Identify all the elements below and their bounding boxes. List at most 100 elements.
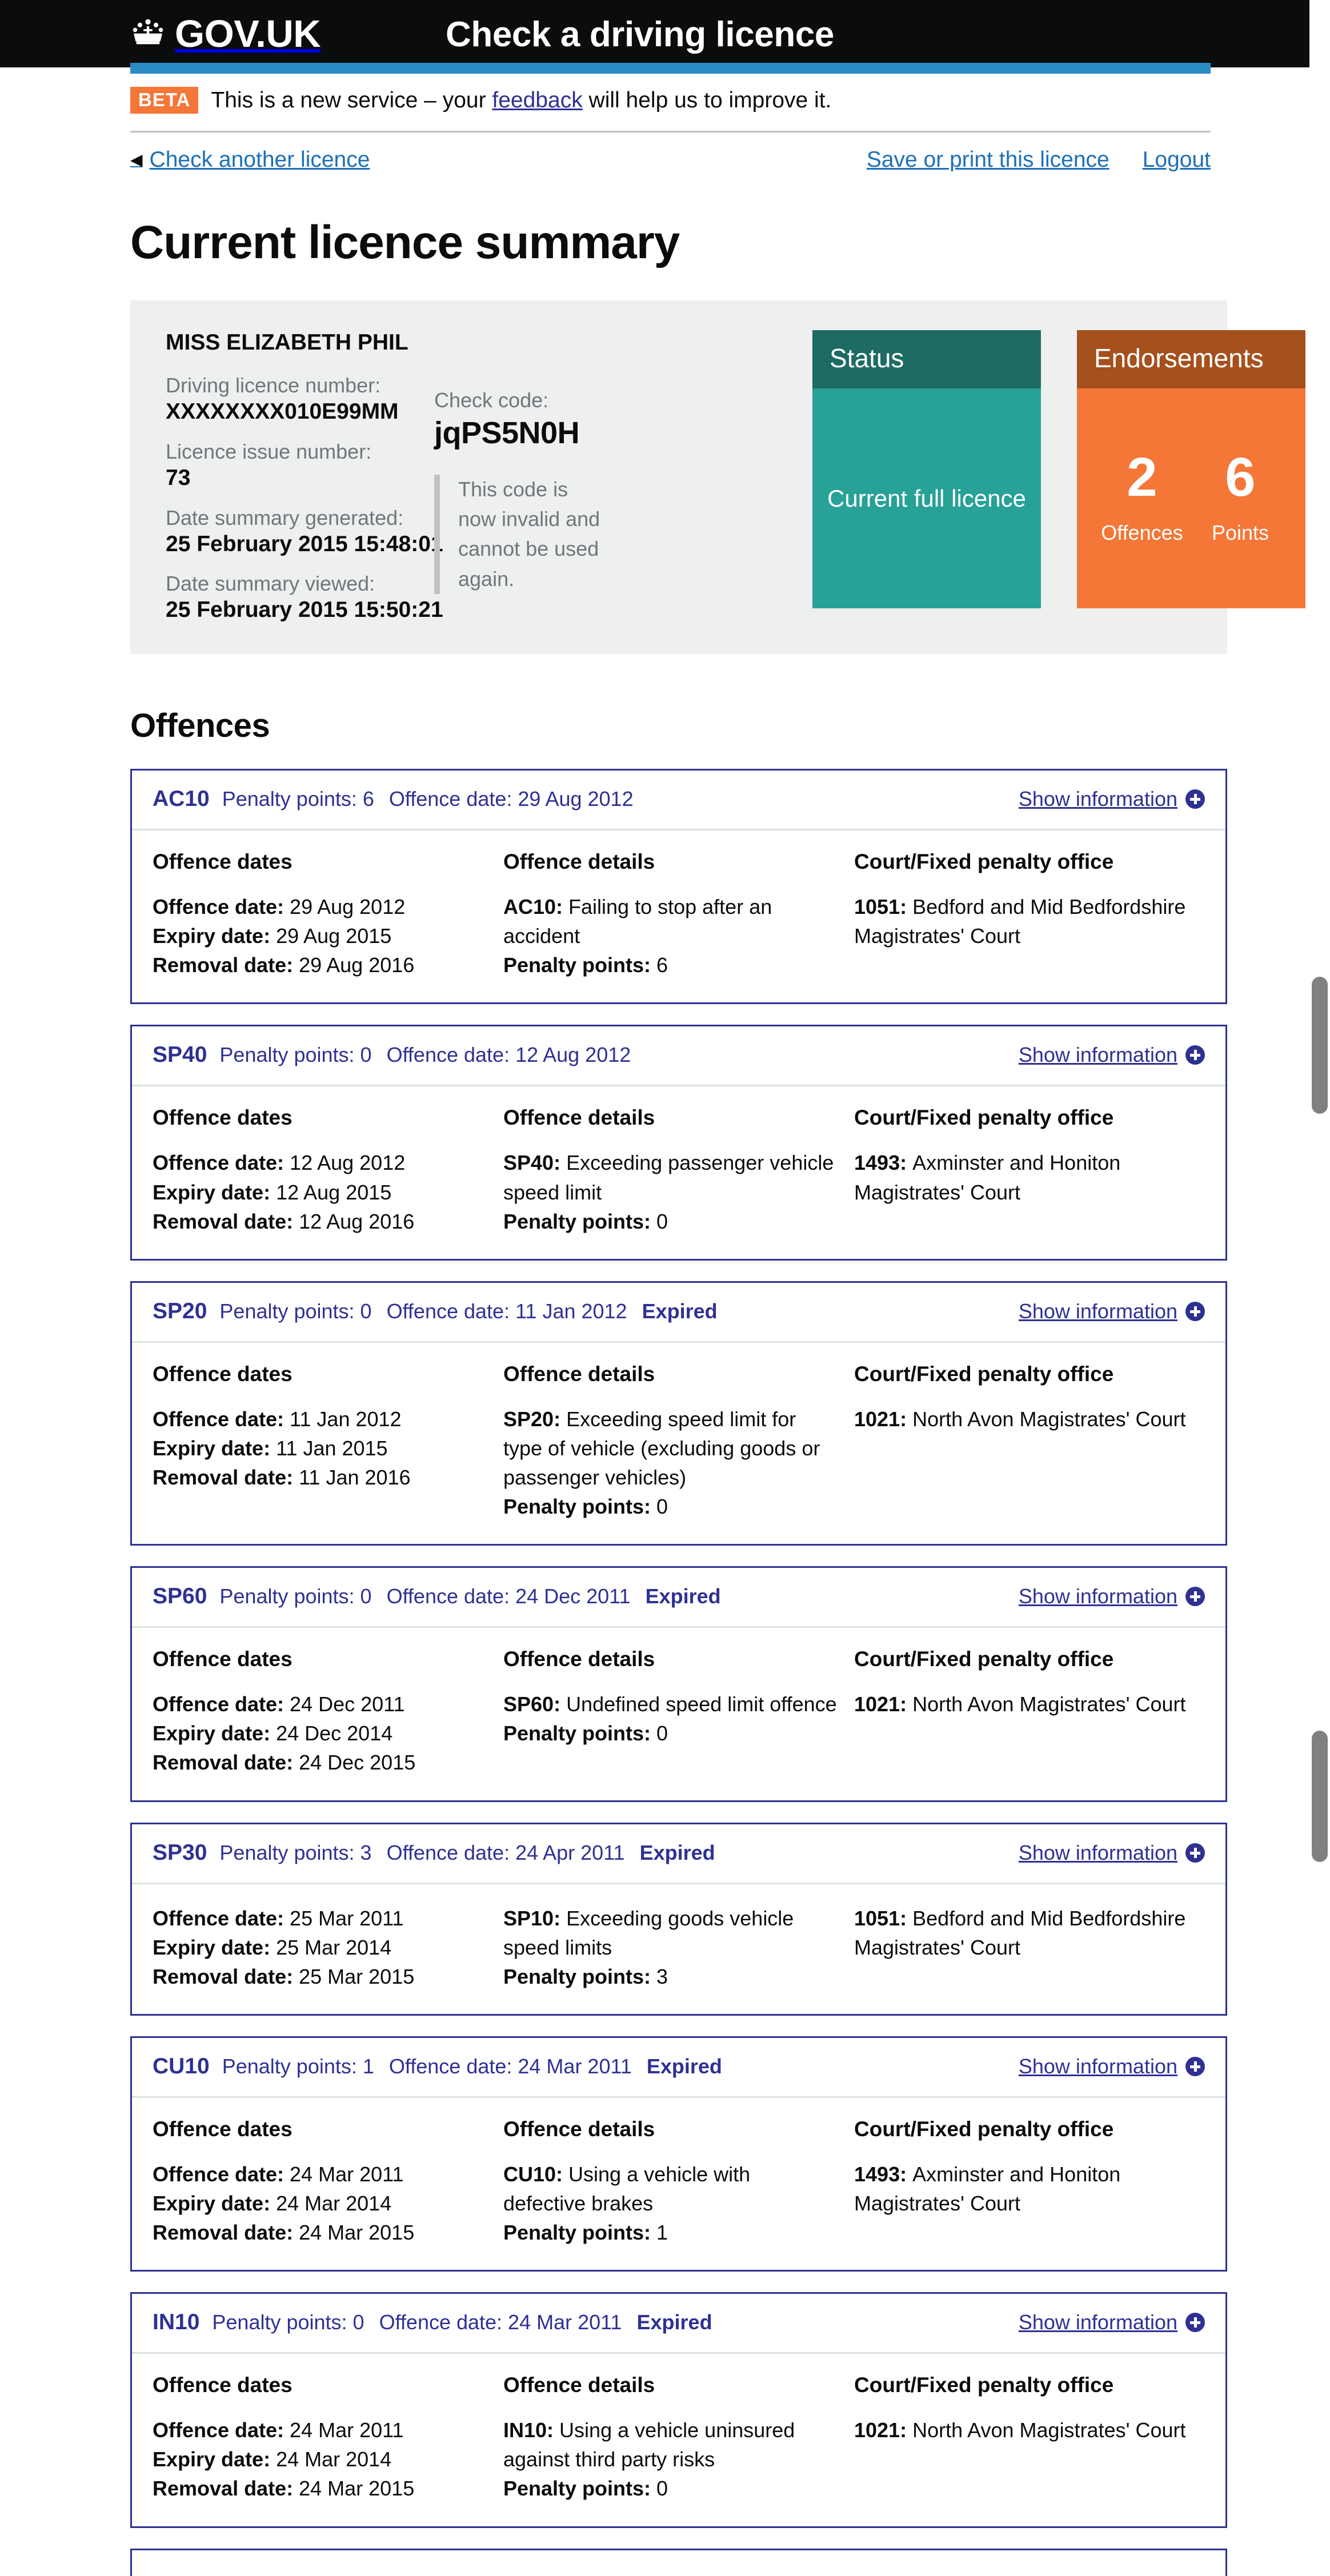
offence-summary-row[interactable]: SP20 Penalty points: 0 Offence date: 11 Ja… [132,1283,1225,1343]
show-information-toggle[interactable]: Show information [1019,1841,1205,1865]
offence-summary-points: Penalty points: 0 [219,1299,372,1323]
expired-badge: Expired [636,2310,712,2334]
offence-summary-row[interactable]: SP60 Penalty points: 0 Offence date: 24 De… [132,1568,1225,1628]
plus-circle-icon [1185,1045,1205,1065]
offence-card: CU10 Penalty points: 1 Offence date: 24 Ma… [130,2036,1227,2272]
penalty-points-line-label: Penalty points: [503,1722,657,1746]
offence-code-badge: SP30 [153,1840,207,1865]
scrollbar-thumb-lower[interactable] [1312,1731,1328,1862]
court-name-line-label: 1493: [854,1151,913,1175]
offence-card: SP60 Penalty points: 0 Offence date: 24 De… [130,1566,1227,1802]
offence-description-line-label: SP20: [503,1407,567,1431]
scrollbar-thumb-upper[interactable] [1312,977,1328,1114]
offence-date-line-label: Offence date: [153,2418,290,2442]
offence-summary-row[interactable]: CU10 Penalty points: 1 Offence date: 24 Ma… [132,2038,1225,2098]
show-information-toggle[interactable]: Show information [1019,2055,1205,2079]
court-name-line: 1021: North Avon Magistrates' Court [854,1407,1186,1431]
offence-detail: Offence dates Offence date: 24 Dec 2011 Ex… [132,1628,1225,1800]
show-information-label: Show information [1018,1043,1177,1067]
penalty-points-line-label: Penalty points: [503,2477,657,2501]
removal-date-line: Removal date: 12 Aug 2016 [153,1209,415,1233]
expired-badge: Expired [639,1840,715,1864]
offence-detail: Offence dates Offence date: 24 Mar 2011 Ex… [132,2354,1225,2526]
save-or-print-link[interactable]: Save or print this licence [867,147,1109,172]
court-column-heading: Court/Fixed penalty office [854,1362,1114,1386]
offence-summary-points: Penalty points: 0 [219,1043,372,1067]
expiry-date-line: Expiry date: 24 Mar 2014 [153,2191,392,2215]
status-tile-heading: Status [812,330,1041,389]
feedback-link[interactable]: feedback [492,88,582,113]
status-tile-value: Current full licence [812,388,1041,609]
penalty-points-line-label: Penalty points: [503,2221,657,2245]
show-information-toggle[interactable]: Show information [1019,787,1205,811]
offence-date-line: Offence date: 24 Dec 2011 [153,1692,405,1716]
offence-description-line-label: SP60: [503,1692,567,1716]
show-information-toggle[interactable]: Show information [1019,1043,1205,1067]
check-another-licence-label: Check another licence [149,147,370,172]
court-name-line: 1021: North Avon Magistrates' Court [854,2418,1186,2442]
removal-date-line-label: Removal date: [153,1209,299,1233]
show-information-label: Show information [1018,1584,1177,1608]
offence-details-column-heading: Offence details [503,2373,655,2397]
offence-details-column: Offence details SP20: Exceeding speed lim… [503,1362,854,1521]
expiry-date-line: Expiry date: 12 Aug 2015 [153,1180,392,1204]
removal-date-line-label: Removal date: [153,2477,299,2501]
govuk-home-link[interactable]: GOV.UK [130,15,321,53]
court-column: Court/Fixed penalty office 1051: Bedford … [854,850,1205,980]
show-information-toggle[interactable]: Show information [1019,1584,1205,1608]
court-column: Court/Fixed penalty office 1021: North Av… [854,1362,1205,1521]
expiry-date-line-label: Expiry date: [153,1935,277,1959]
licence-summary-panel: MISS ELIZABETH PHIL Driving licence numb… [130,300,1305,655]
offence-summary-points: Penalty points: 3 [219,1840,372,1864]
offence-summary-date: Offence date: 24 Dec 2011 [386,1584,631,1608]
offence-card: SP20 Penalty points: 0 Offence date: 11 Ja… [130,1281,1227,1546]
offence-details-column-heading: Offence details [503,1647,655,1671]
offence-details-column: Offence details CU10: Using a vehicle wit… [503,2117,854,2247]
phase-banner-text: This is a new service – your feedback wi… [211,89,831,111]
service-name: Check a driving licence [446,15,834,54]
offence-date-line-label: Offence date: [153,1151,290,1175]
court-name-line-label: 1021: [854,1692,913,1716]
offence-detail: Offence dates Offence date: 11 Jan 2012 Ex… [132,1343,1225,1544]
court-name-line: 1051: Bedford and Mid Bedfordshire Magis… [854,1906,1186,1959]
court-name-line: 1493: Axminster and Honiton Magistrates'… [854,2162,1121,2215]
offence-summary-row[interactable]: SP40 Penalty points: 0 Offence date: 12 Au… [132,1026,1225,1087]
court-column-heading: Court/Fixed penalty office [854,2117,1114,2141]
offence-date-line-label: Offence date: [153,2162,290,2186]
court-name-line-label: 1021: [854,2418,913,2442]
offence-details-column-heading: Offence details [503,2117,655,2141]
offence-summary-row[interactable]: SP30 Penalty points: 3 Offence date: 24 Ap… [132,1824,1225,1884]
expired-badge: Expired [645,1584,721,1608]
offence-summary-date: Offence date: 24 Mar 2011 [379,2310,622,2334]
vertical-scrollbar[interactable] [1309,0,1330,2224]
penalty-points-line-label: Penalty points: [503,953,657,977]
offence-details-column-heading: Offence details [503,1362,655,1386]
removal-date-line-label: Removal date: [153,953,299,977]
offence-description-line-label: SP40: [503,1151,567,1175]
plus-circle-icon [1185,1843,1205,1863]
offence-date-line-label: Offence date: [153,1407,290,1431]
check-code-value: jqPS5N0H [434,416,580,451]
show-information-toggle[interactable]: Show information [1019,1299,1205,1323]
court-name-line-label: 1051: [854,1906,913,1930]
offence-summary-row[interactable]: IN10 Penalty points: 0 Offence date: 24 Ma… [132,2294,1225,2354]
offence-summary-row[interactable]: AC10 Penalty points: 6 Offence date: 29 Au… [132,771,1225,831]
offence-summary-points: Penalty points: 0 [219,1584,372,1608]
show-information-toggle[interactable]: Show information [1019,2310,1205,2334]
viewed-date-value: 25 February 2015 15:50:21 [166,597,443,623]
licence-number-value: XXXXXXXX010E99MM [166,399,399,424]
logout-link[interactable]: Logout [1143,147,1211,172]
offence-details-column-heading: Offence details [503,850,655,874]
endorsements-tile-body: 2 Offences 6 Points [1077,388,1305,609]
expired-badge: Expired [642,1299,718,1323]
expiry-date-line-label: Expiry date: [153,1436,277,1460]
offence-dates-column: Offence date: 25 Mar 2011 Expiry date: 25… [153,1904,503,1991]
check-code-note: This code is now invalid and cannot be u… [434,475,611,594]
expiry-date-line: Expiry date: 11 Jan 2015 [153,1436,388,1460]
offence-dates-column: Offence dates Offence date: 29 Aug 2012 Ex… [153,850,503,980]
penalty-points-line: Penalty points: 0 [503,1495,668,1519]
penalty-points-line: Penalty points: 0 [503,2477,668,2501]
check-another-licence-link[interactable]: ◀ Check another licence [130,147,370,172]
offence-description-line-label: IN10: [503,2418,560,2442]
removal-date-line-label: Removal date: [153,2221,299,2245]
